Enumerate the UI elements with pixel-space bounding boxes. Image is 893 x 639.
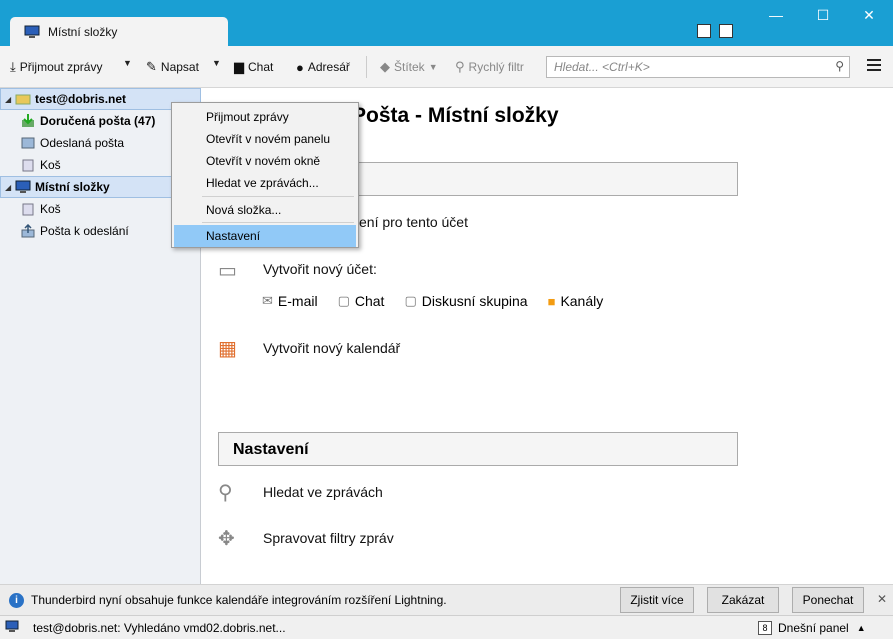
get-mail-dropdown-icon[interactable]: ▼	[123, 58, 132, 68]
outbox-icon	[21, 224, 35, 238]
minimize-button[interactable]: —	[753, 0, 799, 30]
chat-icon: ▆	[234, 59, 244, 74]
close-icon[interactable]: ✕	[877, 592, 887, 606]
email-label: E-mail	[277, 293, 318, 309]
page-title: Pošta - Místní složky	[352, 104, 559, 127]
menu-item-new-folder[interactable]: Nová složka...	[174, 199, 356, 221]
tasks-tab-icon[interactable]	[719, 24, 733, 38]
address-book-button[interactable]: ● Adresář	[296, 58, 350, 76]
chat-link[interactable]: ▢ Chat	[338, 293, 385, 309]
chat-icon: ▢	[337, 293, 350, 308]
menu-item-search[interactable]: Hledat ve zprávách...	[174, 172, 356, 194]
settings-section-header: Nastavení	[218, 432, 738, 466]
tag-icon: ◆	[380, 59, 390, 74]
title-bar: Místní složky — ☐ ✕	[0, 0, 893, 46]
account-type-links: ✉ E-mail ▢ Chat ▢ Diskusní skupina ■ Kanály	[262, 293, 603, 309]
context-menu: Přijmout zprávy Otevřít v novém panelu O…	[171, 102, 359, 248]
search-icon: ⚲	[835, 59, 844, 73]
collapse-icon[interactable]: ◢	[5, 95, 15, 104]
tag-button[interactable]: ◆ Štítek ▼	[380, 58, 438, 76]
chat-label: Chat	[248, 60, 274, 74]
menu-item-settings[interactable]: Nastavení	[174, 225, 356, 247]
search-placeholder: Hledat... <Ctrl+K>	[554, 60, 650, 74]
collapse-icon[interactable]: ◢	[5, 183, 15, 192]
envelope-icon: ✉	[262, 293, 273, 308]
chat-button[interactable]: ▆ Chat	[234, 58, 273, 76]
trash-icon	[22, 203, 34, 216]
download-icon: ⤓	[10, 59, 16, 74]
maximize-button[interactable]: ☐	[800, 0, 846, 30]
computer-icon	[15, 180, 31, 193]
view-settings-link[interactable]: vení pro tento účet	[352, 214, 468, 230]
folder-label: Koš	[40, 202, 61, 216]
tab-local-folders[interactable]: Místní složky	[10, 17, 228, 46]
email-link[interactable]: ✉ E-mail	[262, 293, 318, 309]
create-calendar-link[interactable]: Vytvořit nový kalendář	[263, 340, 400, 356]
toolbar-separator	[366, 56, 367, 78]
close-button[interactable]: ✕	[846, 0, 892, 30]
write-label: Napsat	[160, 60, 199, 74]
tab-label: Místní složky	[48, 24, 118, 39]
chevron-up-icon: ▲	[856, 623, 866, 633]
calendar-icon: ▦	[218, 338, 237, 360]
newsgroup-label: Diskusní skupina	[421, 293, 528, 309]
new-account-icon: ▭	[218, 260, 237, 282]
get-mail-label: Přijmout zprávy	[19, 60, 103, 74]
tag-dropdown-icon: ▼	[428, 62, 438, 72]
folder-label: Pošta k odeslání	[40, 224, 129, 238]
write-button[interactable]: ✎ Napsat	[146, 58, 199, 76]
mail-account-icon	[15, 94, 31, 105]
notification-bar: i Thunderbird nyní obsahuje funkce kalen…	[0, 584, 893, 615]
learn-more-button[interactable]: Zjistit více	[620, 587, 694, 613]
menu-separator	[202, 196, 354, 197]
menu-item-open-window[interactable]: Otevřít v novém okně	[174, 150, 356, 172]
filter-icon: ⚲	[455, 59, 465, 74]
menu-icon[interactable]	[867, 59, 881, 74]
status-text: test@dobris.net: Vyhledáno vmd02.dobris.…	[33, 621, 286, 635]
search-messages-link[interactable]: Hledat ve zprávách	[263, 484, 383, 500]
get-mail-button[interactable]: ⤓ Přijmout zprávy	[10, 58, 102, 76]
folder-label: Doručená pošta (47)	[40, 114, 156, 128]
network-icon	[5, 620, 19, 632]
status-bar: test@dobris.net: Vyhledáno vmd02.dobris.…	[0, 615, 893, 639]
sent-icon	[21, 137, 35, 149]
feeds-label: Kanály	[560, 293, 604, 309]
newsgroup-icon: ▢	[404, 293, 417, 308]
folder-label: test@dobris.net	[35, 92, 127, 106]
calendar-icon: 8	[758, 621, 772, 635]
folder-label: Místní složky	[35, 180, 110, 194]
folder-label: Koš	[40, 158, 61, 172]
search-icon: ⚲	[218, 482, 233, 504]
quick-filter-button[interactable]: ⚲ Rychlý filtr	[455, 58, 524, 76]
info-icon: i	[9, 593, 24, 608]
menu-item-open-tab[interactable]: Otevřít v novém panelu	[174, 128, 356, 150]
write-dropdown-icon[interactable]: ▼	[212, 58, 221, 68]
keep-button[interactable]: Ponechat	[792, 587, 864, 613]
tag-label: Štítek	[394, 60, 425, 74]
calendar-tab-icon[interactable]	[697, 24, 711, 38]
rss-icon: ■	[547, 293, 556, 309]
menu-item-get-mail[interactable]: Přijmout zprávy	[174, 106, 356, 128]
filter-icon: ✥	[218, 528, 235, 550]
computer-icon	[24, 25, 40, 38]
contact-icon: ●	[296, 59, 304, 75]
today-pane-button[interactable]: 8 Dnešní panel ▲	[758, 621, 866, 635]
newsgroup-link[interactable]: ▢ Diskusní skupina	[404, 293, 527, 309]
main-toolbar: ⤓ Přijmout zprávy ▼ ✎ Napsat ▼ ▆ Chat ● …	[0, 46, 893, 88]
folder-label: Odeslaná pošta	[40, 136, 125, 150]
inbox-icon	[22, 114, 34, 127]
search-input[interactable]: Hledat... <Ctrl+K> ⚲	[546, 56, 850, 78]
menu-separator	[202, 222, 354, 223]
notification-text: Thunderbird nyní obsahuje funkce kalendá…	[31, 593, 447, 607]
chat-label: Chat	[354, 293, 385, 309]
quick-filter-label: Rychlý filtr	[468, 60, 524, 74]
manage-filters-link[interactable]: Spravovat filtry zpráv	[263, 530, 394, 546]
trash-icon	[22, 159, 34, 172]
feeds-link[interactable]: ■ Kanály	[548, 293, 604, 309]
pencil-icon: ✎	[146, 59, 157, 74]
today-pane-label: Dnešní panel	[778, 621, 849, 635]
address-book-label: Adresář	[307, 60, 350, 74]
create-account-label: Vytvořit nový účet:	[263, 261, 377, 277]
disable-button[interactable]: Zakázat	[707, 587, 779, 613]
